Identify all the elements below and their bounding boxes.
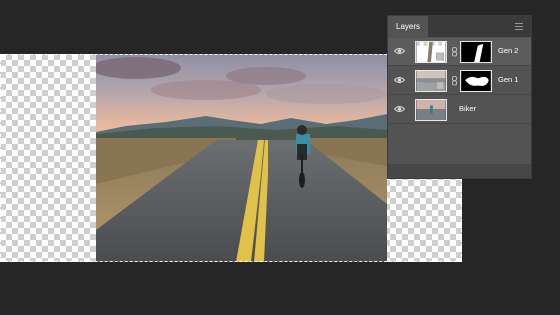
layer-mask-thumbnail[interactable]: [460, 70, 492, 92]
layer-mask-thumbnail[interactable]: [460, 41, 492, 63]
chain-link-icon[interactable]: [452, 76, 457, 86]
eye-icon[interactable]: [394, 76, 405, 84]
layer-name-gen-2[interactable]: Gen 2: [498, 46, 518, 55]
layer-thumbnail: [415, 41, 447, 63]
tab-layers[interactable]: Layers: [388, 16, 429, 37]
layer-row-gen-1[interactable]: Gen 1: [388, 67, 531, 95]
panel-header: Layers: [388, 16, 531, 37]
eye-icon[interactable]: [394, 105, 405, 113]
biker-photo: [96, 54, 387, 262]
hamburger-menu-icon[interactable]: [515, 23, 523, 30]
eye-icon[interactable]: [394, 47, 405, 55]
layers-panel[interactable]: Layers Gen 2 Gen 1 Biker: [387, 15, 532, 179]
layer-row-biker[interactable]: Biker: [388, 96, 531, 124]
layer-name-biker[interactable]: Biker: [459, 104, 476, 113]
layer-name-gen-1[interactable]: Gen 1: [498, 75, 518, 84]
layer-thumbnail: [415, 99, 447, 121]
layer-thumbnail: [415, 70, 447, 92]
layer-row-gen-2[interactable]: Gen 2: [388, 38, 531, 66]
chain-link-icon[interactable]: [452, 47, 457, 57]
panel-footer: [388, 164, 531, 178]
